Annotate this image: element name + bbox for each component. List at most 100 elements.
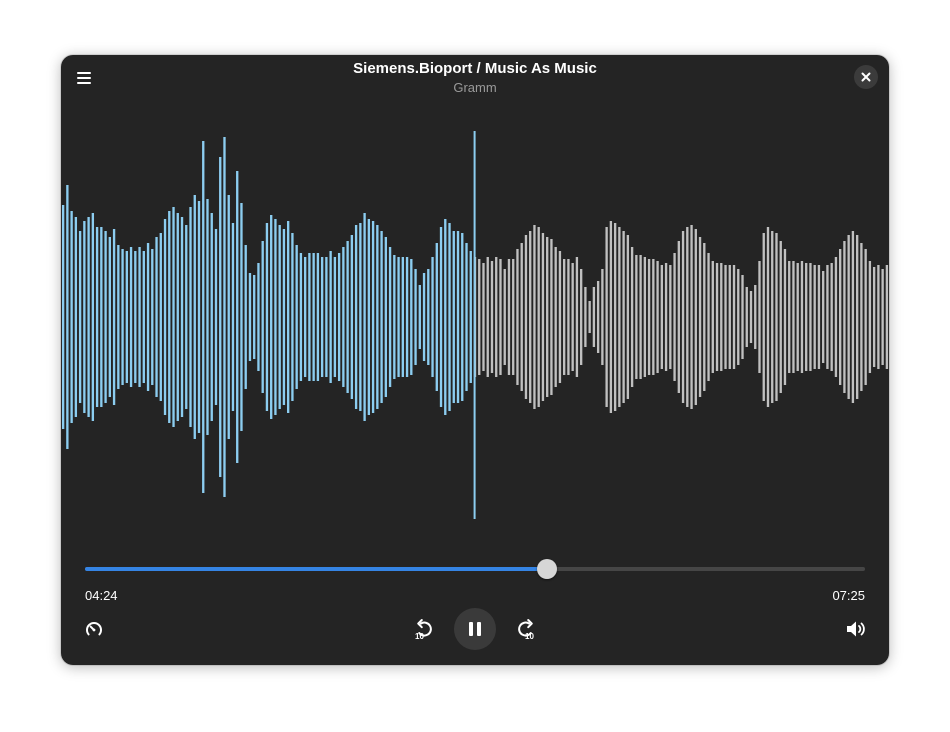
- waveform-bar: [405, 257, 409, 377]
- waveform-bar: [354, 225, 358, 409]
- waveform-bar: [626, 235, 630, 399]
- waveform-bar: [868, 261, 872, 373]
- waveform-bar: [214, 229, 218, 405]
- waveform-bar: [219, 157, 222, 477]
- waveform-bar: [728, 265, 731, 369]
- waveform-bar: [138, 247, 141, 387]
- waveform-bar: [78, 231, 82, 403]
- waveform-bar: [783, 249, 787, 385]
- waveform-display[interactable]: [61, 125, 889, 525]
- waveform-bar: [503, 269, 506, 365]
- close-button[interactable]: [854, 65, 878, 89]
- waveform-bar: [172, 207, 175, 427]
- playback-speed-icon: [86, 622, 102, 636]
- waveform-bar: [630, 247, 634, 387]
- seek-progress-fill: [85, 567, 547, 571]
- waveform-bar: [698, 237, 702, 397]
- waveform-bar: [524, 235, 528, 399]
- waveform-bar: [210, 213, 213, 421]
- skip-forward-button[interactable]: 10: [508, 612, 542, 646]
- waveform-bar: [270, 215, 273, 419]
- seek-knob[interactable]: [536, 559, 557, 579]
- waveform-bar: [635, 255, 638, 379]
- waveform-bar: [766, 227, 770, 407]
- waveform-bar: [108, 237, 111, 397]
- waveform-bar: [265, 223, 269, 411]
- waveform-bar: [308, 253, 311, 381]
- playback-speed-button[interactable]: [77, 612, 111, 646]
- waveform-bar: [762, 233, 765, 401]
- waveform-bar: [142, 251, 145, 383]
- waveform-bar: [703, 243, 706, 391]
- waveform-bar: [745, 287, 748, 347]
- waveform-bar: [422, 273, 426, 361]
- skip-back-label: 10: [415, 632, 424, 640]
- waveform-bar: [384, 237, 387, 397]
- waveform-bar: [478, 259, 481, 375]
- waveform-bar: [847, 235, 850, 399]
- track-artist: Gramm: [453, 80, 497, 95]
- skip-back-button[interactable]: 10: [408, 612, 442, 646]
- waveform-bar: [758, 261, 761, 373]
- waveform-bar: [720, 263, 723, 371]
- waveform-bar: [575, 257, 579, 377]
- waveform-bar: [325, 257, 328, 377]
- waveform-bar: [673, 253, 676, 381]
- waveform-bar: [176, 213, 179, 421]
- waveform-bar: [444, 219, 447, 415]
- waveform-bar: [129, 247, 133, 387]
- waveform-bar: [151, 249, 154, 385]
- waveform-bar: [320, 257, 324, 377]
- volume-button[interactable]: [839, 612, 873, 646]
- waveform-bar: [427, 269, 430, 365]
- waveform-bar: [546, 237, 549, 397]
- waveform-bar: [393, 255, 396, 379]
- waveform-bar: [681, 231, 685, 403]
- waveform-bar: [724, 265, 727, 369]
- waveform-bar: [87, 217, 90, 417]
- waveform-bar: [490, 261, 494, 373]
- waveform-bar: [388, 247, 392, 387]
- waveform-playhead[interactable]: [473, 131, 476, 519]
- waveform-bar: [516, 249, 519, 385]
- waveform-bar: [337, 253, 341, 381]
- waveform-bar: [329, 251, 332, 383]
- waveform-bar: [146, 243, 150, 391]
- seek-slider[interactable]: [85, 557, 865, 581]
- waveform-bar: [278, 225, 281, 409]
- waveform-bar: [520, 243, 523, 391]
- waveform-bar: [690, 225, 693, 409]
- waveform-bar: [622, 231, 625, 403]
- waveform-bar: [754, 285, 757, 349]
- total-duration: 07:25: [832, 588, 865, 603]
- waveform-bar: [860, 243, 863, 391]
- waveform-bar: [159, 233, 162, 401]
- waveform-bar: [83, 221, 86, 413]
- waveform-bar: [805, 263, 808, 371]
- waveform-bar: [193, 195, 196, 439]
- waveform-bar: [95, 227, 99, 407]
- waveform-bar: [342, 247, 345, 387]
- waveform-bar: [112, 229, 116, 405]
- waveform-bar: [639, 255, 642, 379]
- waveform-bar: [61, 205, 65, 429]
- waveform-bar: [715, 263, 719, 371]
- waveform-bar: [401, 257, 404, 377]
- main-menu-button[interactable]: [69, 63, 99, 93]
- waveform-bar: [864, 249, 867, 385]
- pause-button[interactable]: [454, 608, 496, 650]
- waveform-bar: [771, 231, 774, 403]
- waveform-bar: [202, 141, 205, 493]
- waveform-bar: [74, 217, 78, 417]
- waveform-bar: [826, 265, 829, 369]
- waveform-bar: [495, 257, 498, 377]
- waveform-bar: [168, 211, 171, 423]
- waveform-bar: [316, 253, 320, 381]
- waveform-bar: [563, 259, 566, 375]
- waveform-bar: [282, 229, 286, 405]
- waveform-bar: [779, 241, 782, 393]
- waveform-bar: [643, 257, 647, 377]
- waveform-bar: [197, 201, 201, 433]
- waveform-bar: [303, 257, 307, 377]
- waveform-bar: [469, 251, 472, 383]
